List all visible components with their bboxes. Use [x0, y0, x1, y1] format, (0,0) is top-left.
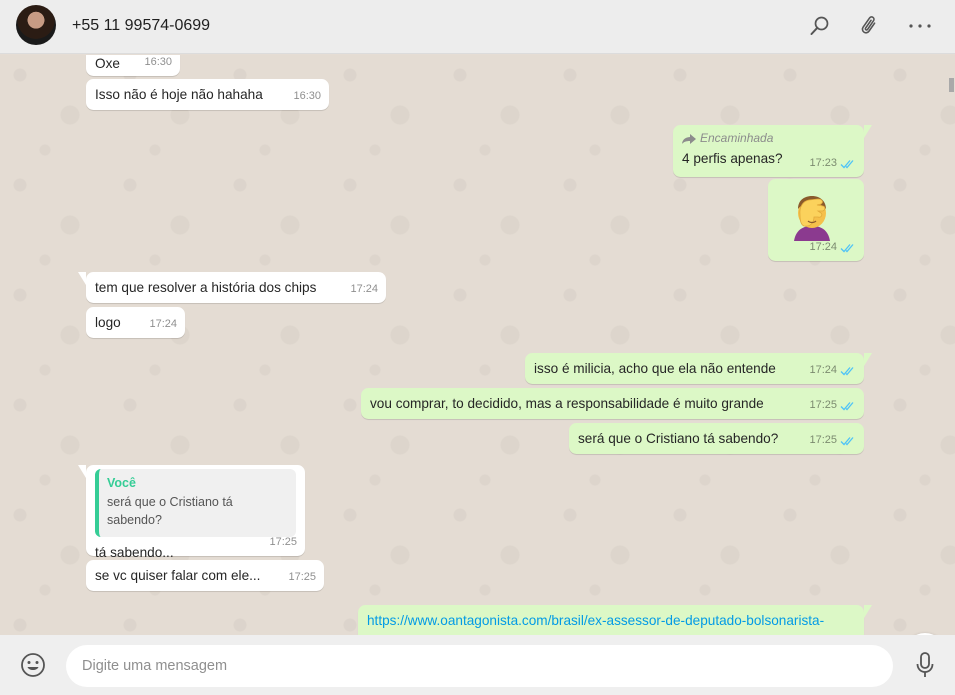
attach-icon[interactable] — [857, 12, 883, 40]
message-time: 17:25 — [809, 431, 856, 450]
message-text: será que o Cristiano tá sabendo? — [578, 431, 779, 446]
message-time: 17:25 — [269, 536, 297, 548]
message-time: 17:24 — [149, 318, 177, 330]
forwarded-label: Encaminhada — [682, 131, 855, 146]
message-text: vou comprar, to decidido, mas a responsa… — [370, 396, 764, 411]
quote-author: Você — [107, 476, 136, 490]
message-text: Isso não é hoje não hahaha — [95, 87, 263, 102]
composer-bar — [0, 635, 955, 695]
message-outgoing[interactable]: vou comprar, to decidido, mas a responsa… — [361, 388, 864, 419]
search-icon[interactable] — [807, 12, 833, 40]
message-incoming[interactable]: Oxe 16:30 — [86, 55, 180, 76]
message-incoming[interactable]: tem que resolver a história dos chips 17… — [78, 272, 386, 303]
forward-arrow-icon — [682, 133, 696, 144]
message-text: logo — [95, 315, 121, 330]
message-text: tem que resolver a história dos chips — [95, 280, 317, 295]
double-check-icon — [840, 436, 854, 445]
scrollbar-thumb[interactable] — [949, 78, 954, 92]
message-outgoing[interactable]: será que o Cristiano tá sabendo? 17:25 — [569, 423, 864, 454]
double-check-icon — [840, 159, 854, 168]
message-time: 17:25 — [288, 571, 316, 583]
microphone-icon[interactable] — [913, 652, 937, 680]
message-input[interactable] — [66, 645, 893, 687]
whatsapp-web-window: +55 11 99574-0699 Oxe 16:30 Isso não é h… — [0, 0, 955, 695]
message-text: 4 perfis apenas? — [682, 151, 783, 166]
message-link[interactable]: https://www.oantagonista.com/brasil/ex-a… — [367, 613, 824, 628]
quote-text: será que o Cristiano tá sabendo? — [107, 495, 233, 527]
message-time: 17:24 — [809, 238, 856, 257]
double-check-icon — [840, 243, 854, 252]
message-outgoing[interactable]: Encaminhada 4 perfis apenas? 17:23 — [673, 125, 872, 177]
message-outgoing[interactable]: isso é milicia, acho que ela não entende… — [525, 353, 872, 384]
message-time: 17:24 — [809, 361, 856, 380]
message-incoming[interactable]: logo 17:24 — [86, 307, 185, 338]
message-time: 17:23 — [809, 154, 856, 173]
avatar[interactable] — [16, 5, 56, 45]
message-incoming-reply[interactable]: Você será que o Cristiano tá sabendo? tá… — [78, 465, 305, 560]
scrollbar[interactable] — [947, 55, 955, 635]
message-incoming[interactable]: Isso não é hoje não hahaha 16:30 — [86, 79, 329, 110]
quoted-message[interactable]: Você será que o Cristiano tá sabendo? — [95, 469, 296, 537]
menu-icon[interactable] — [907, 12, 933, 40]
chat-header: +55 11 99574-0699 — [0, 0, 955, 54]
message-text: Oxe — [95, 56, 120, 71]
contact-name[interactable]: +55 11 99574-0699 — [72, 17, 210, 35]
message-time: 17:25 — [809, 396, 856, 415]
message-outgoing[interactable]: 17:24 — [768, 179, 864, 261]
message-incoming[interactable]: se vc quiser falar com ele... 17:25 — [86, 560, 324, 591]
double-check-icon — [840, 366, 854, 375]
emoji-icon[interactable] — [20, 652, 46, 678]
message-text: isso é milicia, acho que ela não entende — [534, 361, 776, 376]
face-palm-emoji-icon — [794, 196, 830, 241]
message-time: 16:30 — [293, 90, 321, 102]
double-check-icon — [840, 401, 854, 410]
message-time: 17:24 — [350, 283, 378, 295]
message-time: 16:30 — [144, 56, 172, 68]
message-text: tá sabendo... — [95, 545, 174, 560]
message-text: se vc quiser falar com ele... — [95, 568, 261, 583]
message-list[interactable]: Oxe 16:30 Isso não é hoje não hahaha 16:… — [0, 55, 955, 635]
message-outgoing-link[interactable]: https://www.oantagonista.com/brasil/ex-a… — [358, 605, 872, 635]
